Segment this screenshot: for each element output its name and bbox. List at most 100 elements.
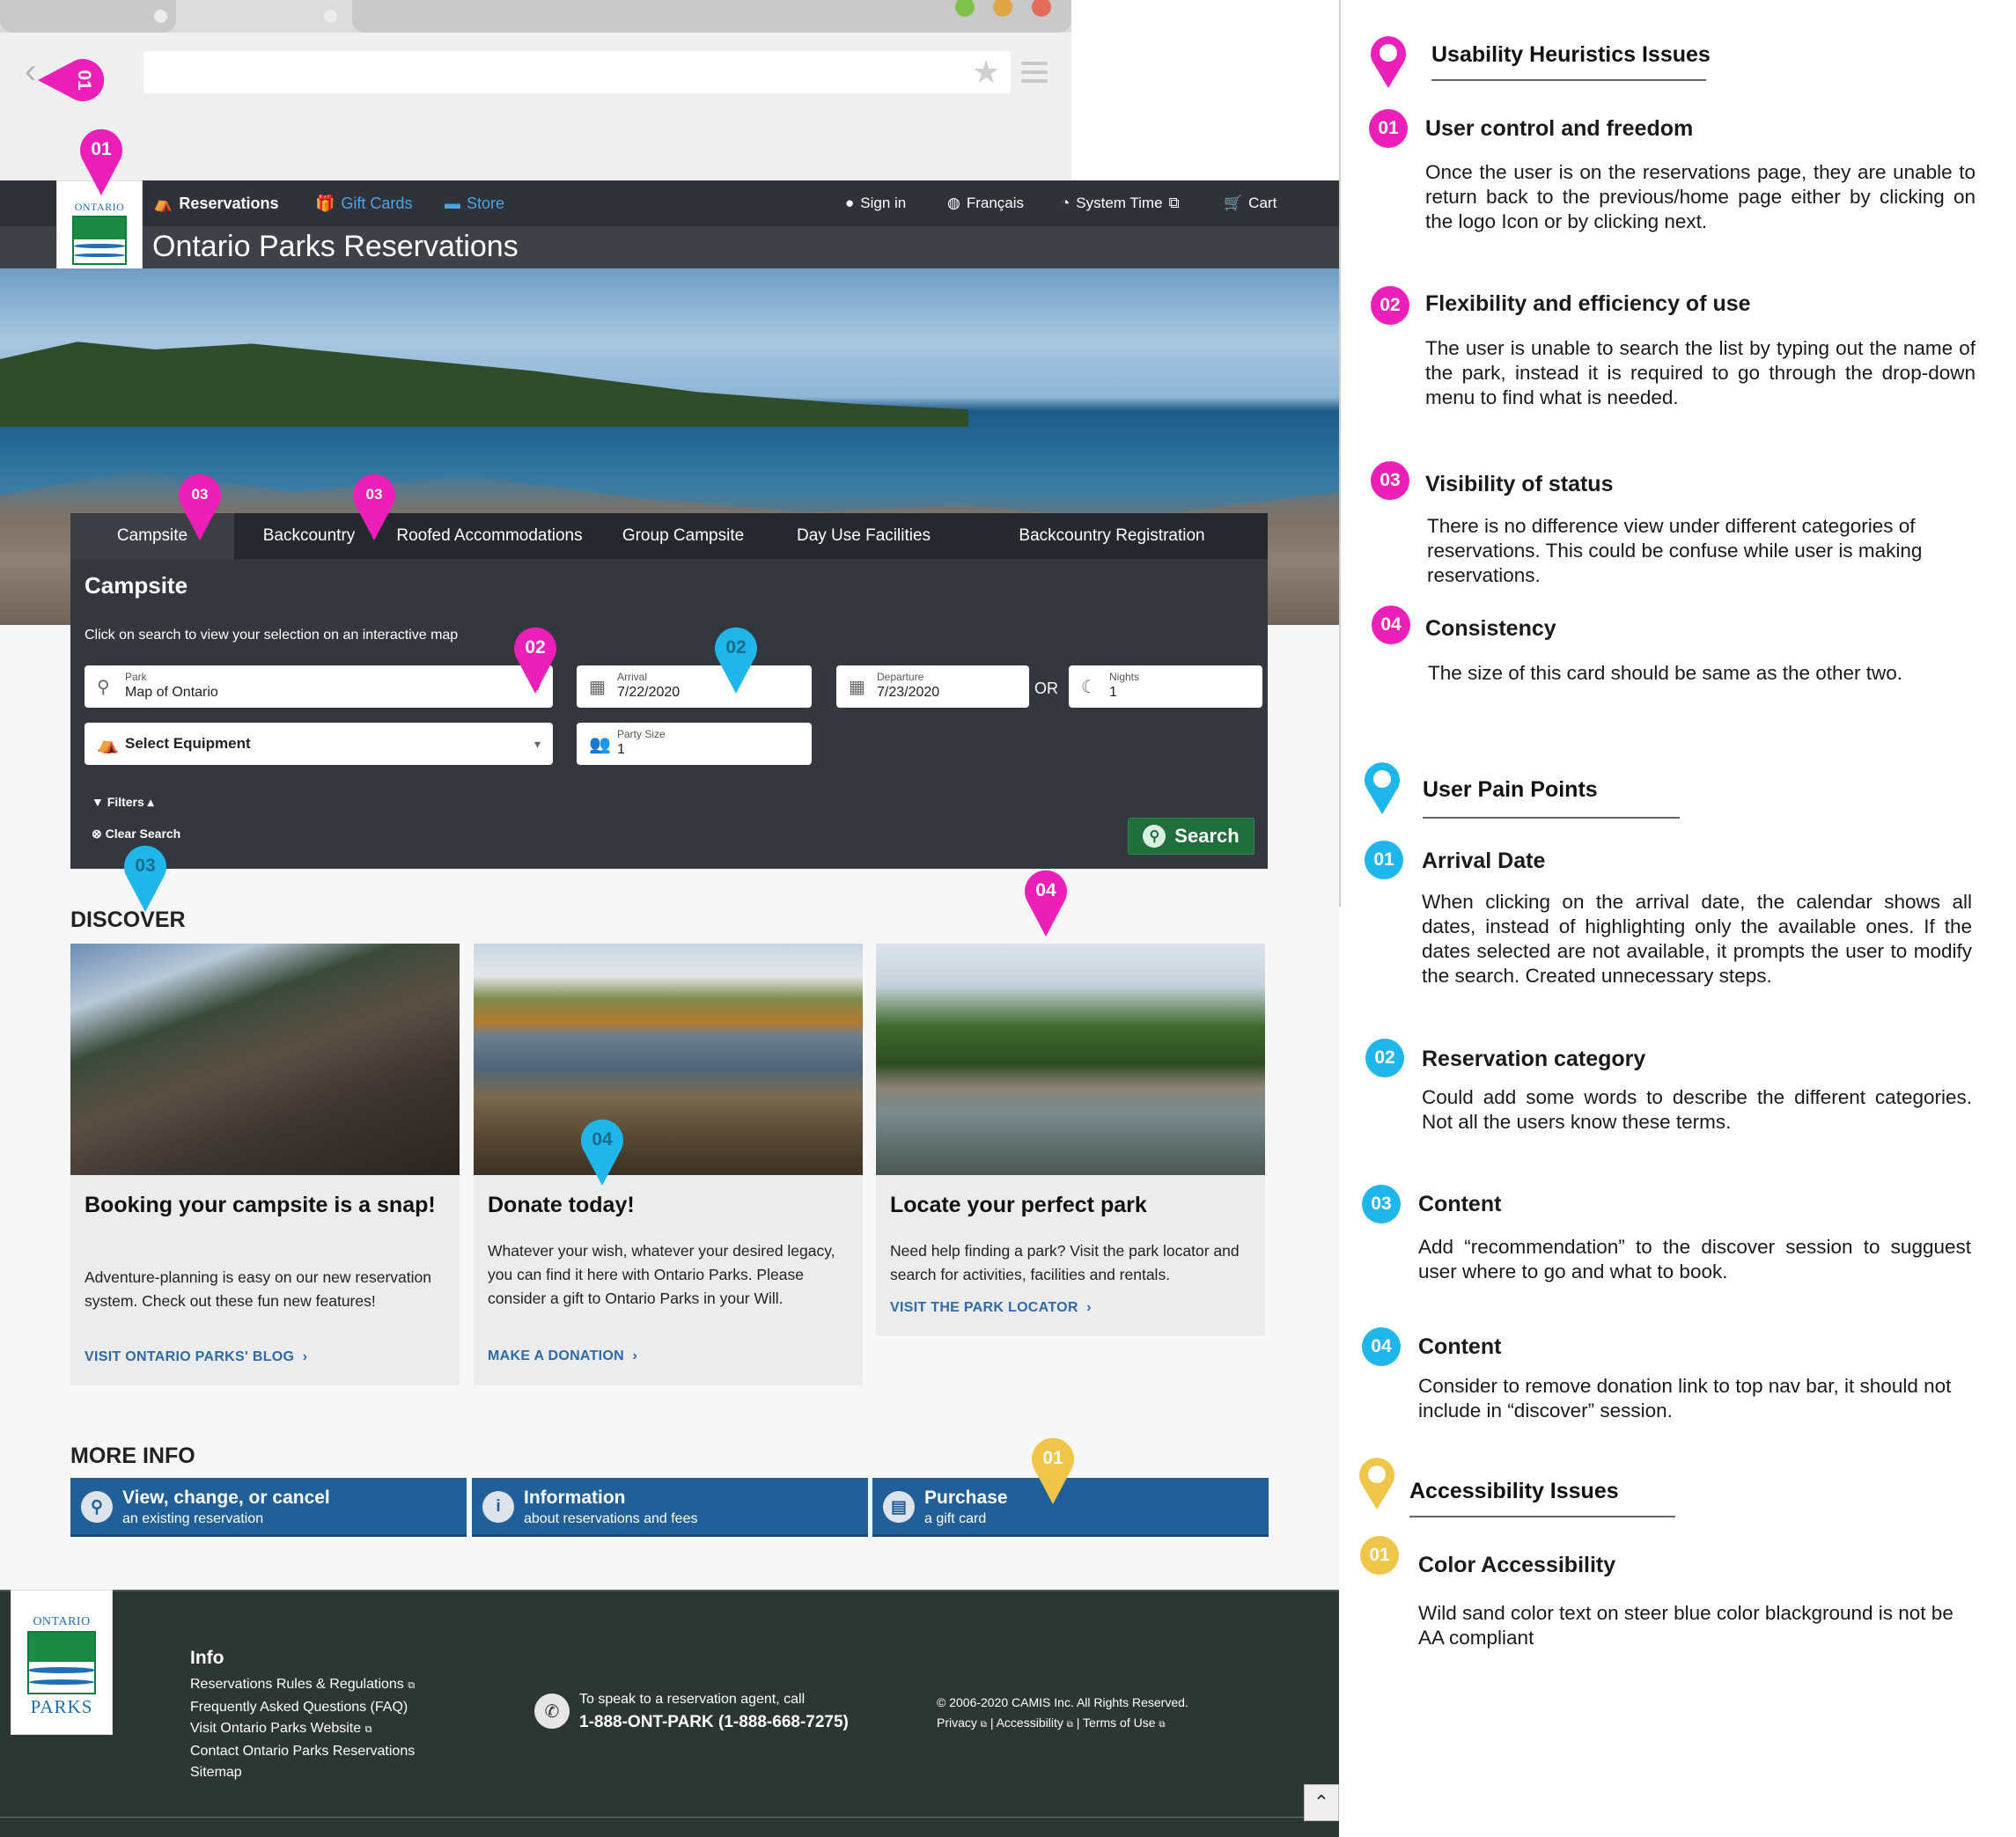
legal-links: Privacy ⧉ | Accessibility ⧉ | Terms of U…: [937, 1716, 1166, 1730]
annotation-badge: 04: [1372, 606, 1410, 644]
footer: Info Reservations Rules & Regulations ⧉ …: [0, 1590, 1339, 1837]
annotation-title: Color Accessibility: [1418, 1553, 1616, 1577]
gift-icon: 🎁: [315, 195, 335, 212]
discover-card: Booking your campsite is a snap! Adventu…: [70, 944, 460, 1385]
accessibility-link[interactable]: Accessibility: [997, 1716, 1063, 1730]
annotation-badge: 04: [1362, 1327, 1401, 1366]
back-arrow-icon[interactable]: ‹: [25, 54, 36, 89]
card-link[interactable]: MAKE A DONATION ›: [488, 1348, 637, 1364]
search-icon: ⚲: [1143, 825, 1166, 848]
tent-icon: ⛺: [153, 195, 173, 212]
annotation-badge: 02: [1371, 286, 1409, 325]
search-hint: Click on search to view your selection o…: [85, 628, 459, 643]
user-icon: ●: [845, 195, 855, 211]
moon-icon: ☾: [1081, 677, 1097, 697]
pin-marker: 01: [36, 57, 107, 103]
nav-cart[interactable]: 🛒 Cart: [1224, 180, 1277, 226]
chevron-right-icon: ›: [1086, 1300, 1092, 1315]
chevron-up-icon: ⌃: [1313, 1791, 1330, 1813]
heading-underline: [1409, 1516, 1675, 1517]
clock-icon: ◔: [1061, 195, 1071, 211]
logo-flag-icon: [72, 216, 127, 265]
nights-field[interactable]: ☾ Nights 1: [1069, 665, 1262, 708]
nav-reservations[interactable]: ⛺ Reservations: [153, 180, 278, 226]
footer-link[interactable]: Contact Ontario Parks Reservations: [190, 1741, 415, 1763]
card-image: [474, 944, 863, 1175]
title-bar: Ontario Parks Reservations: [0, 226, 1339, 268]
accessibility-pin-icon: [1356, 1455, 1398, 1511]
page-title: Ontario Parks Reservations: [152, 230, 519, 263]
nav-sign-in[interactable]: ● Sign in: [845, 180, 906, 226]
search-icon: ⚲: [81, 1491, 113, 1523]
accessibility-heading: Accessibility Issues: [1409, 1479, 1619, 1503]
card-link[interactable]: VISIT THE PARK LOCATOR ›: [890, 1300, 1092, 1316]
tent-icon: ⛺: [97, 734, 119, 754]
pin-marker: 01: [1030, 1436, 1076, 1506]
annotation-body: Wild sand color text on steer blue color…: [1418, 1602, 1953, 1649]
view-change-cancel-button[interactable]: ⚲ View, change, or cancel an existing re…: [70, 1478, 467, 1537]
address-bar[interactable]: [143, 51, 1011, 93]
clear-icon: ⊗: [92, 827, 102, 841]
clear-search-link[interactable]: ⊗ Clear Search: [92, 827, 180, 841]
footer-link[interactable]: Frequently Asked Questions (FAQ): [190, 1697, 415, 1719]
park-select[interactable]: ⚲ Park Map of Ontario ▾: [85, 665, 553, 708]
footer-link[interactable]: Sitemap: [190, 1762, 415, 1784]
tab-group-campsite[interactable]: Group Campsite: [595, 513, 771, 559]
pin-marker: 01: [78, 127, 124, 197]
people-icon: 👥: [589, 734, 611, 754]
browser-tab[interactable]: [0, 0, 176, 33]
party-size-field[interactable]: 👥 Party Size 1: [577, 723, 812, 765]
nav-gift-cards[interactable]: 🎁 Gift Cards: [315, 180, 412, 226]
pin-marker: 02: [512, 625, 558, 695]
filter-icon: ▼: [92, 795, 104, 809]
tab-roofed-accommodations[interactable]: Roofed Accommodations: [384, 513, 595, 559]
nav-store[interactable]: ▬ Store: [445, 180, 504, 226]
footer-link[interactable]: Reservations Rules & Regulations ⧉: [190, 1674, 415, 1697]
phone-number[interactable]: 1-888-ONT-PARK (1-888-668-7275): [579, 1713, 849, 1732]
nav-system-time[interactable]: ◔ System Time ⧉: [1061, 180, 1180, 226]
card-body: Need help finding a park? Visit the park…: [890, 1242, 1240, 1283]
filters-toggle[interactable]: ▼ Filters ▴: [92, 795, 154, 810]
annotation-title: User control and freedom: [1425, 116, 1694, 141]
external-link-icon: ⧉: [408, 1680, 416, 1691]
tab-backcountry-registration[interactable]: Backcountry Registration: [956, 513, 1268, 559]
scroll-to-top-button[interactable]: ⌃: [1304, 1784, 1339, 1821]
card-title: Donate today!: [488, 1193, 635, 1217]
tab-close-icon[interactable]: [324, 10, 337, 23]
discover-card: Donate today! Whatever your wish, whatev…: [474, 944, 863, 1385]
dropdown-arrow-icon: ▾: [533, 736, 541, 751]
annotation-badge: 02: [1365, 1039, 1404, 1077]
pin-marker: 03: [351, 472, 397, 542]
annotation-badge: 01: [1365, 841, 1403, 879]
annotation-title: Content: [1418, 1334, 1502, 1359]
pin-marker: 02: [713, 625, 759, 695]
map-pin-icon: ⚲: [97, 677, 110, 697]
heading-underline: [1431, 79, 1706, 81]
footer-logo[interactable]: ONTARIO PARKS: [11, 1590, 113, 1735]
card-title: Locate your perfect park: [890, 1193, 1147, 1217]
bookmark-star-icon[interactable]: ★: [972, 55, 1000, 90]
panel-divider: [1339, 0, 1341, 907]
nav-language[interactable]: ◍ Français: [947, 180, 1024, 226]
tab-day-use-facilities[interactable]: Day Use Facilities: [771, 513, 956, 559]
terms-link[interactable]: Terms of Use: [1083, 1716, 1155, 1730]
tab-close-icon[interactable]: [154, 10, 167, 23]
cart-icon: 🛒: [1224, 195, 1243, 211]
annotation-body: Consider to remove donation link to top …: [1418, 1375, 1952, 1422]
equipment-select[interactable]: ⛺ Select Equipment ▾: [85, 723, 553, 765]
pin-marker: 03: [122, 843, 168, 914]
departure-date-field[interactable]: ▦ Departure 7/23/2020: [836, 665, 1029, 708]
usability-heading: Usability Heuristics Issues: [1431, 42, 1711, 67]
footer-link[interactable]: Visit Ontario Parks Website ⧉: [190, 1718, 415, 1741]
annotation-badge: 03: [1362, 1185, 1401, 1223]
browser-menu-icon[interactable]: [1021, 62, 1048, 88]
information-button[interactable]: i Information about reservations and fee…: [472, 1478, 868, 1537]
chevron-right-icon: ›: [632, 1348, 638, 1363]
card-link[interactable]: VISIT ONTARIO PARKS' BLOG ›: [85, 1349, 307, 1365]
arrival-date-field[interactable]: ▦ Arrival 7/22/2020: [577, 665, 812, 708]
annotation-body: Could add some words to describe the dif…: [1422, 1086, 1972, 1133]
copyright: © 2006-2020 CAMIS Inc. All Rights Reserv…: [937, 1695, 1188, 1709]
search-button[interactable]: ⚲ Search: [1128, 818, 1254, 855]
privacy-link[interactable]: Privacy: [937, 1716, 977, 1730]
browser-chrome: ‹ ★: [0, 0, 1071, 180]
